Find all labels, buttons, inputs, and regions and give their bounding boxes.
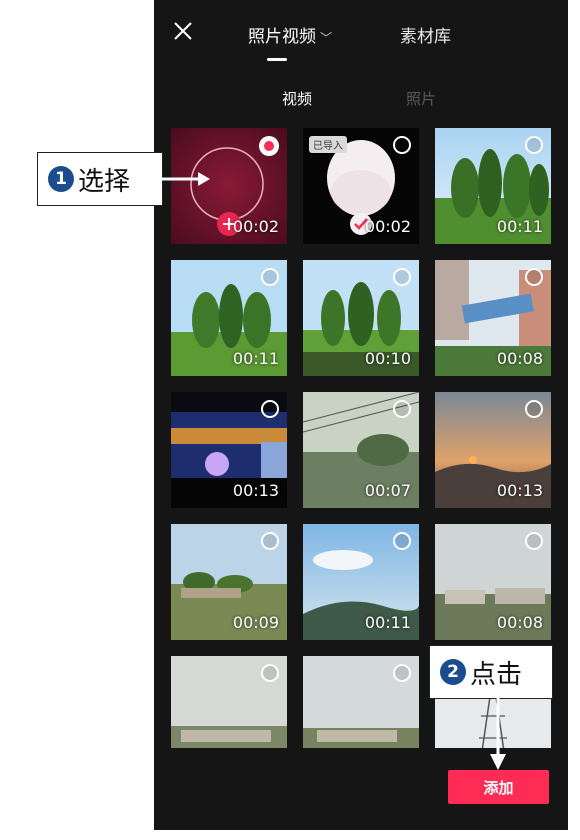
media-thumbnail[interactable]: 00:10 [303,260,419,376]
close-icon[interactable] [172,20,194,42]
select-circle-icon[interactable] [393,532,411,550]
media-thumbnail[interactable]: 00:13 [435,392,551,508]
step2-number-badge: 2 [440,659,466,685]
annotation-step2: 2 点击 [429,645,553,699]
duration-label: 00:02 [364,217,411,236]
select-circle-icon[interactable] [261,532,279,550]
media-thumbnail[interactable]: 00:11 [303,524,419,640]
select-circle-icon[interactable] [525,532,543,550]
media-thumbnail[interactable]: 已导入 00:02 [303,128,419,244]
duration-label: 00:02 [232,217,279,236]
subtab-photo[interactable]: 照片 [406,88,436,109]
select-circle-icon[interactable] [525,400,543,418]
media-thumbnail[interactable]: 00:13 [171,392,287,508]
select-circle-icon[interactable] [393,268,411,286]
select-circle-icon[interactable] [393,400,411,418]
duration-label: 00:08 [496,349,543,368]
annotation-step1: 1 选择 [37,152,163,206]
tab-photo-video-label: 照片视频 [248,27,316,47]
duration-label: 00:07 [364,481,411,500]
media-thumbnail[interactable]: 00:08 [435,260,551,376]
media-thumbnail[interactable] [171,656,287,748]
select-circle-icon[interactable] [525,268,543,286]
duration-label: 00:09 [232,613,279,632]
duration-label: 00:11 [364,613,411,632]
media-thumbnail[interactable] [303,656,419,748]
duration-label: 00:13 [496,481,543,500]
duration-label: 00:08 [496,613,543,632]
selected-check-icon[interactable] [259,136,279,156]
media-thumbnail[interactable]: 00:11 [435,128,551,244]
tab-material-library[interactable]: 素材库 [400,22,451,47]
imported-badge: 已导入 [309,136,347,153]
step2-text: 点击 [470,659,523,690]
top-bar: 照片视频 ﹀ 素材库 [154,0,568,66]
duration-label: 00:10 [364,349,411,368]
media-thumbnail[interactable]: 00:09 [171,524,287,640]
select-circle-icon[interactable] [393,664,411,682]
add-button[interactable]: 添加 [448,770,549,804]
media-thumbnail[interactable]: 00:07 [303,392,419,508]
media-thumbnail[interactable]: 00:08 [435,524,551,640]
chevron-down-icon: ﹀ [320,31,333,45]
select-circle-icon[interactable] [525,136,543,154]
select-circle-icon[interactable] [261,268,279,286]
step1-number-badge: 1 [48,166,74,192]
select-circle-icon[interactable] [393,136,411,154]
duration-label: 00:11 [232,349,279,368]
active-tab-indicator [267,58,287,61]
tab-photo-video[interactable]: 照片视频 ﹀ [248,22,332,47]
select-circle-icon[interactable] [261,664,279,682]
subtab-video[interactable]: 视频 [282,88,312,109]
media-thumbnail[interactable]: 00:11 [171,260,287,376]
annotation-arrow-2 [490,698,506,770]
duration-label: 00:11 [496,217,543,236]
step1-text: 选择 [78,166,131,197]
select-circle-icon[interactable] [261,400,279,418]
annotation-arrow-1 [162,172,210,186]
duration-label: 00:13 [232,481,279,500]
